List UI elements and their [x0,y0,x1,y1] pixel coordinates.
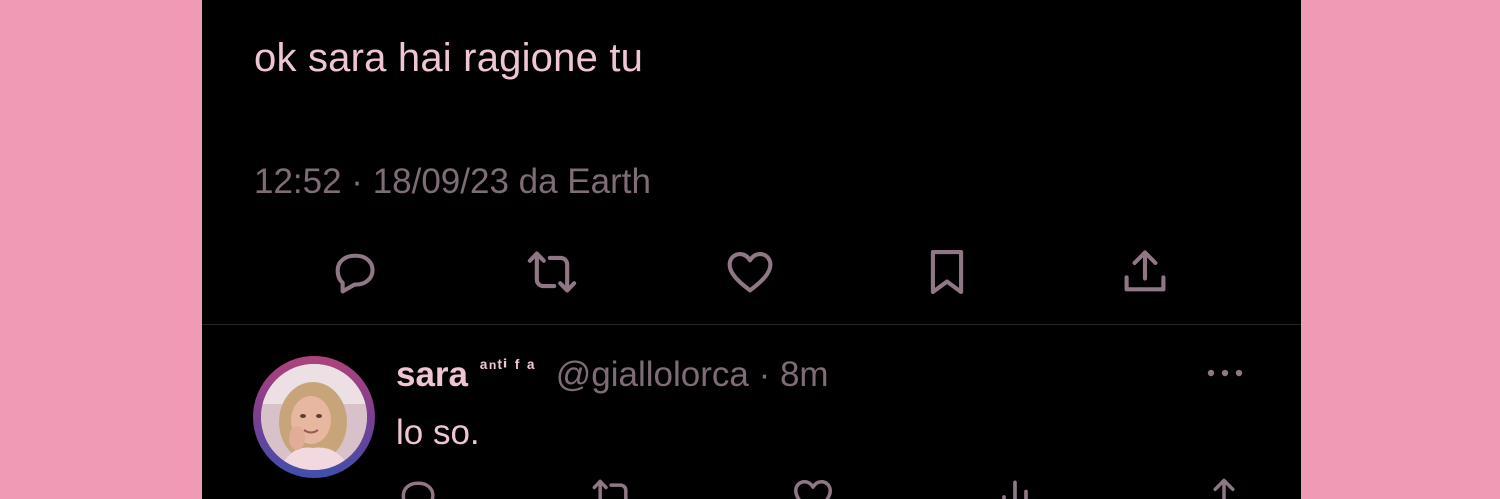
share-button[interactable] [1117,244,1173,300]
reply-tweet[interactable]: sara ᵃⁿᵗⁱ ᶠ ᵃ @giallolorca · 8m lo so. [202,325,1301,499]
bookmark-icon [930,250,964,294]
reply-icon [335,253,375,294]
avatar [261,364,367,470]
more-options-button[interactable] [1200,361,1250,385]
pink-frame: ok sara hai ragione tu 12:52 · 18/09/23 … [0,0,1500,499]
views-icon [1002,480,1028,499]
reply-display-name[interactable]: sara [396,355,468,395]
share-icon [1124,250,1166,292]
reply-action-bar [202,475,1301,499]
retweet-button[interactable] [524,244,580,300]
like-icon [794,480,832,499]
tweet-text: ok sara hai ragione tu [254,36,644,80]
retweet-icon [592,479,628,499]
reply-share-button[interactable] [1202,475,1246,499]
reply-button[interactable] [327,244,383,300]
more-icon [1207,369,1243,377]
avatar-photo [261,364,367,470]
reply-retweet-button[interactable] [591,475,635,499]
bookmark-button[interactable] [919,244,975,300]
like-icon [727,251,773,293]
reply-header: sara ᵃⁿᵗⁱ ᶠ ᵃ @giallolorca · 8m [396,355,829,399]
tweet-action-bar [202,244,1301,300]
share-icon [1213,478,1235,499]
reply-reply-button[interactable] [396,475,440,499]
reply-icon [401,481,435,499]
avatar-story-ring[interactable] [253,356,375,478]
retweet-icon [527,251,577,293]
reply-name-badge: ᵃⁿᵗⁱ ᶠ ᵃ [480,357,536,379]
phone-screen: ok sara hai ragione tu 12:52 · 18/09/23 … [202,0,1301,499]
tweet-timestamp: 12:52 · 18/09/23 da Earth [254,162,651,201]
reply-like-button[interactable] [791,475,835,499]
like-button[interactable] [722,244,778,300]
reply-views-button[interactable] [993,475,1037,499]
reply-text: lo so. [396,413,480,452]
reply-handle-time[interactable]: @giallolorca · 8m [556,355,829,395]
